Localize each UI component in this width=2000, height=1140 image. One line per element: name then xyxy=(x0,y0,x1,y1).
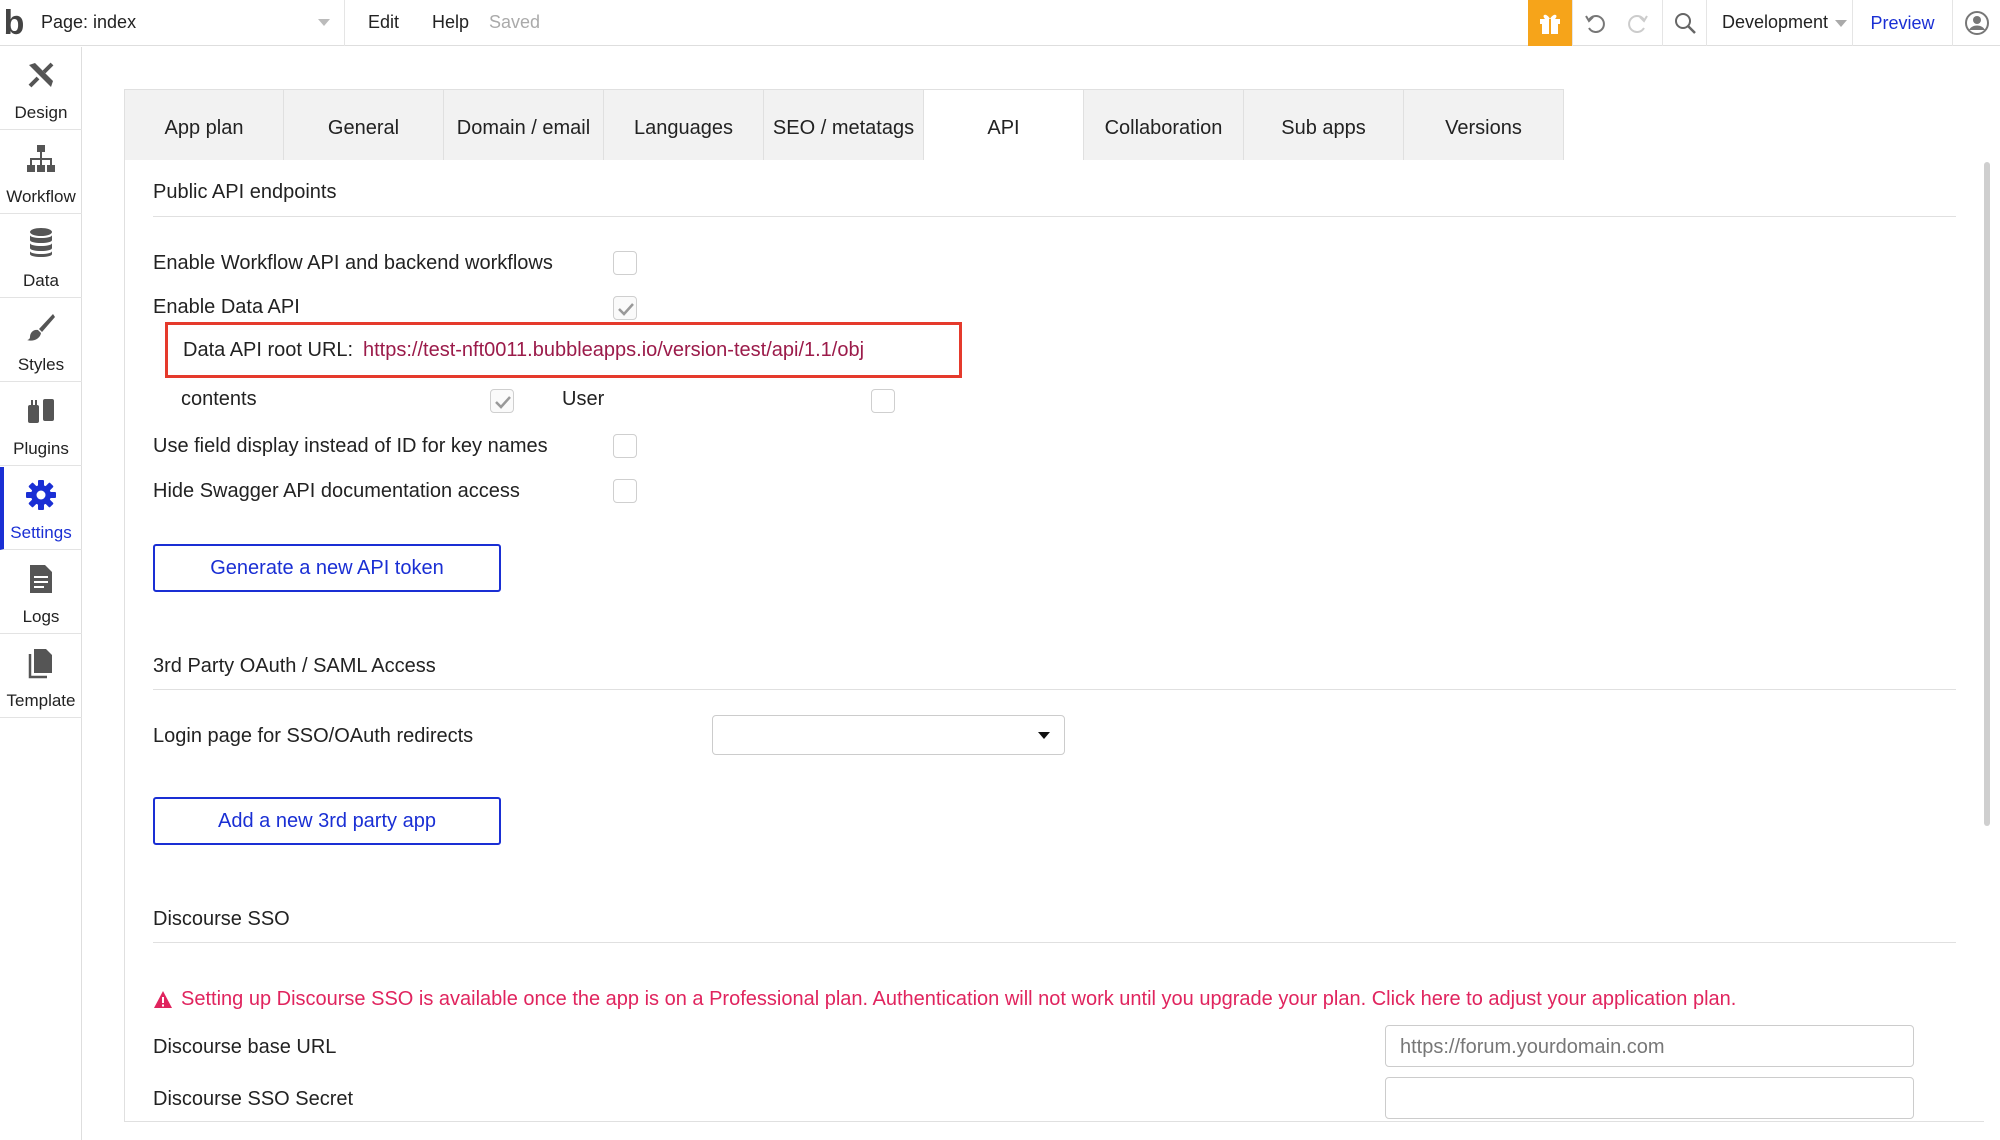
sidebar-item-label: Settings xyxy=(10,523,72,542)
checkmark-icon xyxy=(495,396,511,409)
oauth-section-title: 3rd Party OAuth / SAML Access xyxy=(153,655,436,677)
tab-seo-metatags[interactable]: SEO / metatags xyxy=(764,89,924,161)
caret-down-icon xyxy=(1038,732,1050,739)
warning-icon xyxy=(154,990,172,1008)
sidebar-item-label: Workflow xyxy=(6,187,76,206)
template-icon xyxy=(25,645,57,681)
discourse-plan-warning[interactable]: Setting up Discourse SSO is available on… xyxy=(153,988,1736,1011)
tab-app-plan[interactable]: App plan xyxy=(124,89,284,161)
hide-swagger-checkbox[interactable] xyxy=(613,479,637,503)
gift-button[interactable] xyxy=(1528,0,1572,46)
top-bar: b Page: index Edit Help Saved Developmen… xyxy=(0,0,2000,46)
sidebar-item-plugins[interactable]: Plugins xyxy=(0,383,82,466)
data-api-root-url-box: Data API root URL: https://test-nft0011.… xyxy=(165,322,962,378)
tab-general[interactable]: General xyxy=(284,89,444,161)
menu-edit[interactable]: Edit xyxy=(368,12,399,33)
sidebar-item-styles[interactable]: Styles xyxy=(0,299,82,382)
enable-data-api-label: Enable Data API xyxy=(153,296,300,318)
tab-versions[interactable]: Versions xyxy=(1404,89,1564,161)
sidebar-item-design[interactable]: Design xyxy=(0,47,82,130)
menu-help[interactable]: Help xyxy=(432,12,469,33)
divider xyxy=(153,942,1956,943)
discourse-base-url-label: Discourse base URL xyxy=(153,1036,337,1058)
discourse-base-url-input[interactable]: https://forum.yourdomain.com xyxy=(1385,1025,1914,1067)
enable-data-api-checkbox[interactable] xyxy=(613,296,637,320)
data-type-user-checkbox[interactable] xyxy=(871,389,895,413)
data-type-contents-label: contents xyxy=(181,388,257,410)
enable-workflow-api-label: Enable Workflow API and backend workflow… xyxy=(153,252,553,274)
data-type-contents-checkbox[interactable] xyxy=(490,389,514,413)
sidebar-item-label: Template xyxy=(6,691,76,710)
undo-button[interactable] xyxy=(1572,0,1616,46)
discourse-base-url-placeholder: https://forum.yourdomain.com xyxy=(1400,1036,1665,1058)
user-avatar-icon xyxy=(1964,11,1989,35)
chevron-down-icon xyxy=(318,19,330,26)
environment-selector[interactable]: Development xyxy=(1706,0,1852,46)
sidebar-item-label: Styles xyxy=(17,355,65,374)
search-icon xyxy=(1674,13,1696,34)
environment-label: Development xyxy=(1722,12,1829,32)
bubble-logo[interactable]: b xyxy=(0,4,28,42)
warning-text: Setting up Discourse SSO is available on… xyxy=(181,988,1737,1010)
tab-api[interactable]: API xyxy=(924,89,1084,161)
database-icon xyxy=(25,225,57,261)
settings-tabs: App plan General Domain / email Language… xyxy=(124,89,1564,161)
sidebar-item-label: Plugins xyxy=(13,439,69,458)
gear-icon xyxy=(25,477,57,513)
undo-icon xyxy=(1584,15,1605,33)
enable-workflow-api-checkbox[interactable] xyxy=(613,251,637,275)
sidebar-item-label: Logs xyxy=(22,607,60,626)
workflow-icon xyxy=(25,141,57,177)
page-selector[interactable]: Page: index xyxy=(29,0,345,46)
sidebar-item-label: Design xyxy=(14,103,68,122)
add-3rd-party-app-button[interactable]: Add a new 3rd party app xyxy=(153,797,501,845)
sidebar-item-settings[interactable]: Settings xyxy=(0,467,82,550)
redo-button[interactable] xyxy=(1616,0,1660,46)
login-page-label: Login page for SSO/OAuth redirects xyxy=(153,725,474,747)
data-api-root-url-link[interactable]: https://test-nft0011.bubbleapps.io/versi… xyxy=(363,339,864,362)
tab-collaboration[interactable]: Collaboration xyxy=(1084,89,1244,161)
discourse-sso-secret-input[interactable] xyxy=(1385,1077,1914,1119)
redo-icon xyxy=(1628,15,1648,33)
sidebar-item-logs[interactable]: Logs xyxy=(0,551,82,634)
chevron-down-icon xyxy=(1835,20,1847,27)
user-menu-button[interactable] xyxy=(1952,0,2000,46)
field-display-checkbox[interactable] xyxy=(613,434,637,458)
saved-status: Saved xyxy=(489,12,541,32)
public-api-section-title: Public API endpoints xyxy=(153,181,337,203)
login-page-select[interactable] xyxy=(712,715,1065,755)
page-selector-label: Page: index xyxy=(41,12,137,32)
api-settings-panel xyxy=(124,160,1984,1122)
preview-button[interactable]: Preview xyxy=(1852,0,1952,46)
checkmark-icon xyxy=(618,303,634,316)
sidebar-item-template[interactable]: Template xyxy=(0,635,82,718)
hide-swagger-label: Hide Swagger API documentation access xyxy=(153,480,520,502)
tab-sub-apps[interactable]: Sub apps xyxy=(1244,89,1404,161)
sidebar-item-data[interactable]: Data xyxy=(0,215,82,298)
scrollbar[interactable] xyxy=(1984,162,1990,826)
data-type-user-label: User xyxy=(562,388,605,410)
field-display-label: Use field display instead of ID for key … xyxy=(153,435,548,457)
tab-domain-email[interactable]: Domain / email xyxy=(444,89,604,161)
document-icon xyxy=(25,561,57,597)
sidebar: Design Workflow Data Styles Plugins Sett… xyxy=(0,47,82,1140)
plugin-icon xyxy=(25,393,57,429)
design-icon xyxy=(25,57,57,93)
discourse-section-title: Discourse SSO xyxy=(153,908,290,930)
sidebar-item-workflow[interactable]: Workflow xyxy=(0,131,82,214)
generate-api-token-button[interactable]: Generate a new API token xyxy=(153,544,501,592)
discourse-sso-secret-label: Discourse SSO Secret xyxy=(153,1088,354,1110)
divider xyxy=(153,689,1956,690)
gift-icon xyxy=(1540,14,1560,34)
data-api-root-url-label: Data API root URL: xyxy=(183,339,354,361)
search-button[interactable] xyxy=(1662,0,1706,46)
divider xyxy=(153,216,1956,217)
tab-languages[interactable]: Languages xyxy=(604,89,764,161)
sidebar-item-label: Data xyxy=(23,271,59,290)
brush-icon xyxy=(25,309,57,345)
